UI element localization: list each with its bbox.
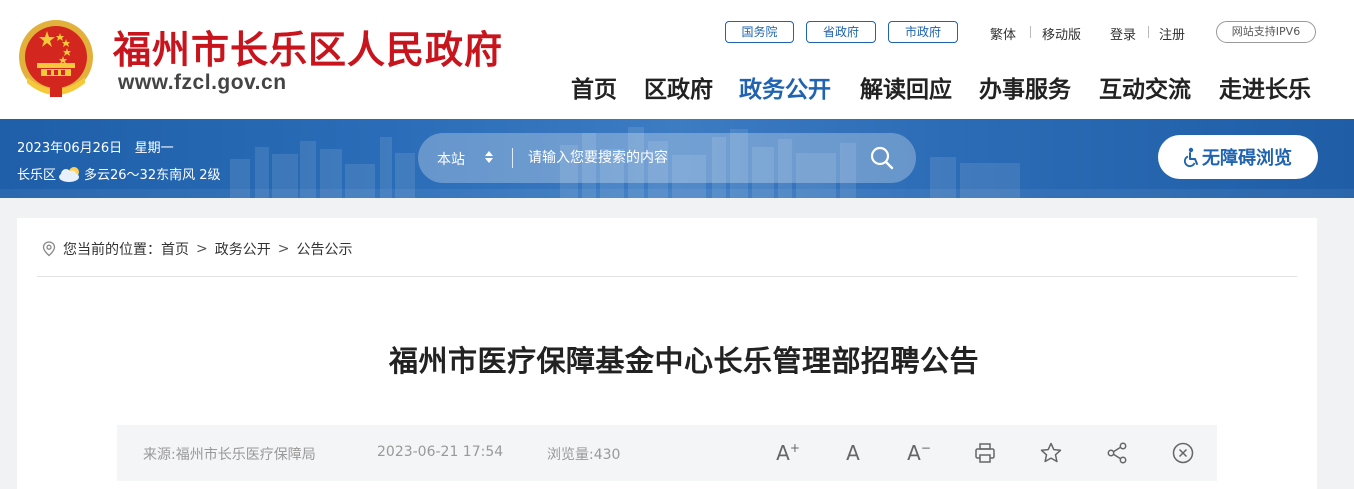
font-normal-button[interactable]: A — [839, 439, 867, 467]
location-pin-icon — [42, 241, 56, 257]
nav-about-changle[interactable]: 走进长乐 — [1219, 70, 1311, 104]
article-card: 您当前的位置： 首页 > 政务公开 > 公告公示 福州市医疗保障基金中心长乐管理… — [17, 218, 1317, 489]
weather-region: 长乐区 — [17, 168, 57, 183]
star-icon — [1040, 442, 1062, 463]
close-icon — [1172, 442, 1194, 464]
accessibility-label: 无障碍浏览 — [1202, 148, 1292, 169]
divider — [37, 276, 1297, 277]
nav-home[interactable]: 首页 — [571, 70, 617, 104]
favorite-button[interactable] — [1037, 439, 1065, 467]
weather-text: 多云26～32东南风 2级 — [84, 168, 221, 183]
article-datetime: 2023-06-21 17:54 — [377, 444, 504, 460]
article-source: 来源:福州市长乐医疗保障局 — [143, 447, 316, 463]
site-name[interactable]: 福州市长乐区人民政府 — [113, 19, 503, 74]
link-shengzhengfu[interactable]: 省政府 — [806, 21, 876, 43]
share-button[interactable] — [1103, 439, 1131, 467]
article-views: 浏览量:430 — [547, 447, 621, 463]
article-meta-bar: 来源:福州市长乐医疗保障局 2023-06-21 17:54 浏览量:430 A… — [117, 425, 1217, 481]
link-shizhengfu[interactable]: 市政府 — [888, 21, 958, 43]
search-box: 本站 — [418, 133, 916, 183]
search-icon[interactable] — [868, 145, 896, 171]
breadcrumb-gov-affairs[interactable]: 政务公开 — [215, 239, 271, 259]
search-input[interactable] — [528, 146, 848, 170]
font-normal-icon: A — [846, 441, 860, 465]
link-guowuyuan[interactable]: 国务院 — [725, 21, 794, 43]
divider — [1030, 26, 1031, 38]
divider — [1148, 26, 1149, 38]
login-link[interactable]: 登录 — [1110, 24, 1136, 43]
sort-arrows-icon[interactable] — [483, 148, 495, 166]
font-smaller-button[interactable]: A − — [905, 439, 933, 467]
breadcrumb-separator: > — [277, 241, 290, 257]
weather-info: 长乐区 多云26～32东南风 2级 — [17, 164, 221, 183]
breadcrumb-separator: > — [196, 241, 208, 257]
breadcrumb-home[interactable]: 首页 — [161, 239, 189, 259]
ipv6-badge: 网站支持IPV6 — [1216, 21, 1316, 43]
register-link[interactable]: 注册 — [1159, 24, 1185, 43]
divider — [512, 148, 513, 168]
current-date: 2023年06月26日 — [17, 141, 123, 156]
search-scope-select[interactable]: 本站 — [437, 149, 465, 169]
site-header: 福州市长乐区人民政府 www.fzcl.gov.cn 国务院 省政府 市政府 繁… — [0, 0, 1354, 119]
nav-gov-affairs[interactable]: 政务公开 — [739, 70, 831, 104]
wheelchair-icon — [1184, 147, 1198, 167]
plus-icon: + — [789, 441, 800, 455]
share-icon — [1107, 442, 1127, 464]
close-button[interactable] — [1169, 439, 1197, 467]
national-emblem-icon[interactable] — [17, 17, 95, 99]
nav-interaction[interactable]: 互动交流 — [1099, 70, 1191, 104]
traditional-chinese-link[interactable]: 繁体 — [990, 24, 1016, 43]
nav-interpretation[interactable]: 解读回应 — [860, 70, 952, 104]
print-icon — [975, 443, 995, 463]
cloudy-weather-icon — [59, 166, 80, 182]
article-title: 福州市医疗保障基金中心长乐管理部招聘公告 — [388, 344, 979, 378]
breadcrumb-announcements[interactable]: 公告公示 — [296, 239, 352, 259]
breadcrumb: 您当前的位置： 首页 > 政务公开 > 公告公示 — [42, 239, 352, 259]
breadcrumb-prefix: 您当前的位置： — [63, 242, 161, 258]
nav-district-gov[interactable]: 区政府 — [644, 70, 713, 104]
font-larger-button[interactable]: A + — [774, 439, 802, 467]
font-larger-icon: A — [776, 441, 790, 465]
accessibility-button[interactable]: 无障碍浏览 — [1158, 135, 1318, 179]
nav-services[interactable]: 办事服务 — [979, 70, 1071, 104]
font-smaller-icon: A — [907, 441, 921, 465]
print-button[interactable] — [971, 439, 999, 467]
mobile-version-link[interactable]: 移动版 — [1042, 24, 1081, 43]
minus-icon: − — [920, 441, 931, 455]
date-weekday: 2023年06月26日 星期一 — [17, 137, 174, 156]
current-weekday: 星期一 — [134, 141, 174, 156]
banner: 2023年06月26日 星期一 长乐区 多云26～32东南风 2级 本站 请输入… — [0, 119, 1354, 198]
site-url[interactable]: www.fzcl.gov.cn — [118, 71, 287, 95]
